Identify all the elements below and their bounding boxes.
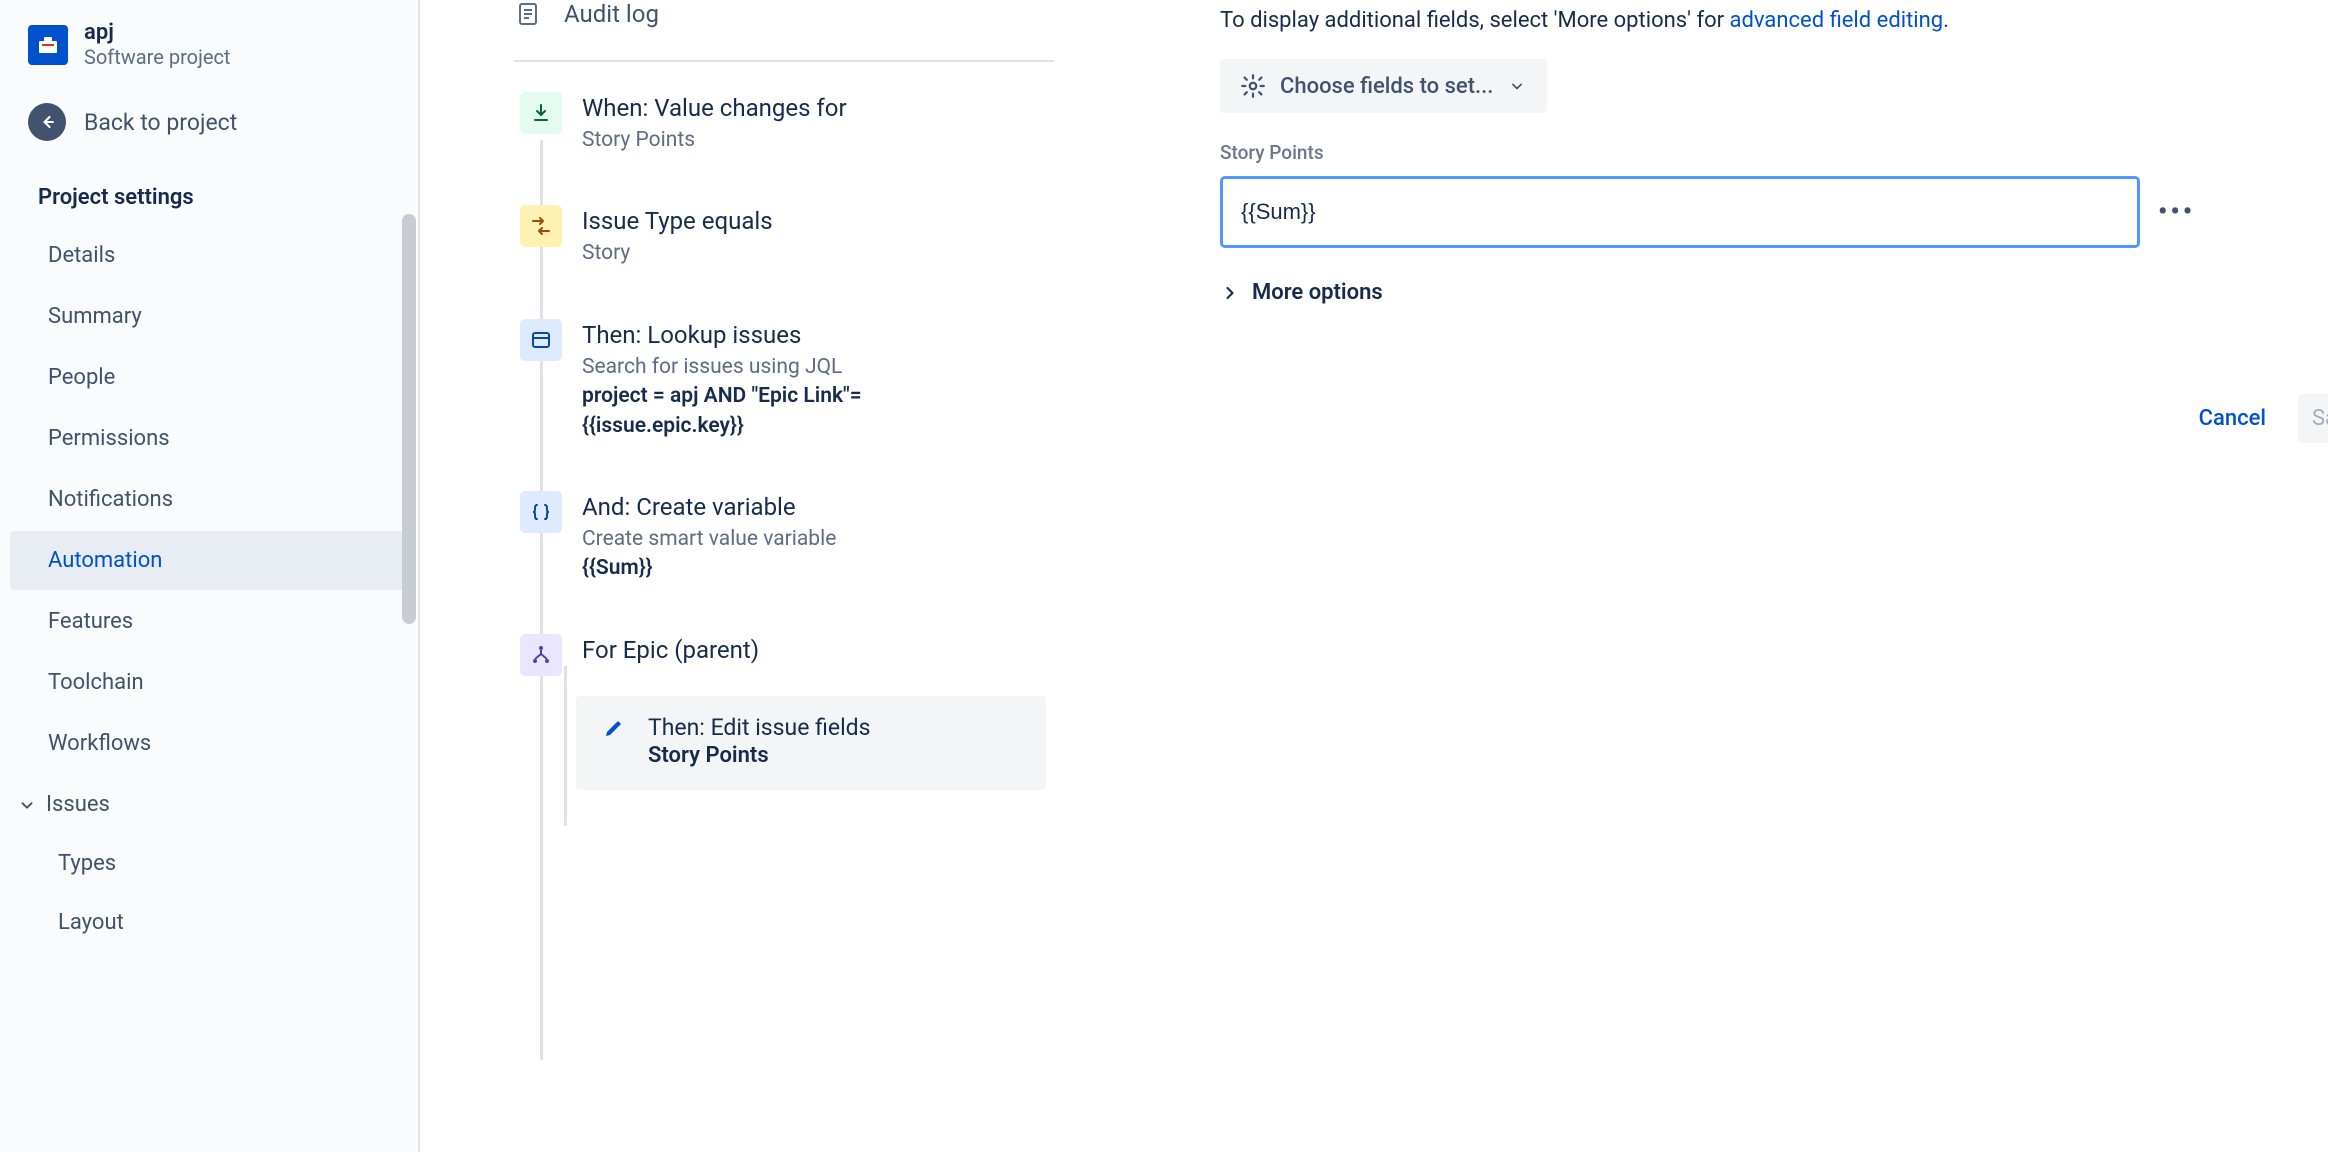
nav-issues-layout[interactable]: Layout — [0, 893, 418, 952]
more-options-label: More options — [1252, 280, 1383, 305]
nav-issues[interactable]: Issues — [0, 775, 418, 834]
back-label: Back to project — [84, 109, 237, 136]
trigger-sub: Story Points — [582, 126, 847, 155]
createvar-sub: Create smart value variable — [582, 525, 836, 554]
project-name: apj — [84, 20, 230, 45]
then-edit-title: Then: Edit issue fields — [648, 714, 871, 741]
divider — [514, 60, 1054, 62]
chevron-down-icon — [16, 794, 38, 816]
audit-log-link[interactable]: Audit log — [516, 0, 1120, 52]
timeline-line — [540, 140, 543, 1060]
trigger-step[interactable]: When: Value changes for Story Points — [520, 92, 1120, 155]
issues-label: Issues — [46, 792, 110, 817]
lookup-sub: Search for issues using JQL — [582, 353, 1002, 382]
field-more-menu[interactable]: ••• — [2158, 197, 2195, 227]
back-to-project-button[interactable]: Back to project — [0, 89, 418, 159]
cancel-button[interactable]: Cancel — [2191, 394, 2274, 443]
lookup-title: Then: Lookup issues — [582, 321, 1002, 349]
more-options-toggle[interactable]: More options — [1220, 280, 2328, 305]
branch-icon — [520, 634, 562, 676]
rule-builder: Audit log When: Value changes for Story … — [420, 0, 1120, 1152]
project-type: Software project — [84, 45, 230, 69]
gear-icon — [1240, 73, 1266, 99]
save-button[interactable]: Sav — [2298, 394, 2328, 443]
lookup-jql: project = apj AND "Epic Link"= {{issue.e… — [582, 382, 1002, 441]
trigger-title: When: Value changes for — [582, 94, 847, 122]
condition-title: Issue Type equals — [582, 207, 773, 235]
chevron-right-icon — [1220, 283, 1240, 303]
sidebar: apj Software project Back to project Pro… — [0, 0, 420, 1152]
settings-title: Project settings — [0, 169, 418, 226]
advanced-editing-link[interactable]: advanced field editing — [1730, 8, 1944, 33]
branch-title: For Epic (parent) — [582, 636, 759, 664]
nav-issues-types[interactable]: Types — [0, 834, 418, 893]
createvar-step[interactable]: And: Create variable Create smart value … — [520, 491, 1120, 584]
nav-workflows[interactable]: Workflows — [10, 714, 408, 773]
back-arrow-icon — [28, 103, 66, 141]
condition-sub: Story — [582, 239, 773, 268]
trigger-icon — [520, 92, 562, 134]
createvar-title: And: Create variable — [582, 493, 836, 521]
helper-pre: To display additional fields, select 'Mo… — [1220, 8, 1730, 33]
story-points-input[interactable] — [1220, 176, 2140, 248]
audit-log-icon — [516, 0, 540, 28]
helper-dot: . — [1943, 8, 1949, 33]
choose-fields-button[interactable]: Choose fields to set... — [1220, 59, 1547, 113]
lookup-step[interactable]: Then: Lookup issues Search for issues us… — [520, 319, 1120, 441]
helper-text: To display additional fields, select 'Mo… — [1220, 8, 2328, 33]
nav-features[interactable]: Features — [10, 592, 408, 651]
condition-icon — [520, 205, 562, 247]
project-logo-icon — [28, 25, 68, 65]
project-header: apj Software project — [0, 0, 418, 89]
nav-notifications[interactable]: Notifications — [10, 470, 408, 529]
branch-step[interactable]: For Epic (parent) — [520, 634, 1120, 676]
nav-details[interactable]: Details — [10, 226, 408, 285]
nav-permissions[interactable]: Permissions — [10, 409, 408, 468]
nav-toolchain[interactable]: Toolchain — [10, 653, 408, 712]
then-edit-field: Story Points — [648, 741, 871, 772]
scrollbar-thumb[interactable] — [402, 214, 416, 624]
condition-step[interactable]: Issue Type equals Story — [520, 205, 1120, 268]
lookup-icon — [520, 319, 562, 361]
choose-fields-label: Choose fields to set... — [1280, 74, 1493, 99]
edit-panel: To display additional fields, select 'Mo… — [1220, 0, 2328, 305]
nav-automation[interactable]: Automation — [10, 531, 408, 590]
nav-summary[interactable]: Summary — [10, 287, 408, 346]
nav-people[interactable]: People — [10, 348, 408, 407]
createvar-var: {{Sum}} — [582, 554, 836, 583]
settings-nav: Project settings Details Summary People … — [0, 159, 418, 952]
branch-line — [564, 666, 567, 826]
then-edit-step[interactable]: Then: Edit issue fields Story Points — [576, 696, 1046, 790]
chevron-down-icon — [1507, 76, 1527, 96]
audit-log-label: Audit log — [564, 0, 659, 28]
edit-icon — [600, 714, 628, 742]
field-label: Story Points — [1220, 141, 2328, 164]
footer-buttons: Cancel Sav — [2191, 394, 2328, 443]
createvar-icon — [520, 491, 562, 533]
